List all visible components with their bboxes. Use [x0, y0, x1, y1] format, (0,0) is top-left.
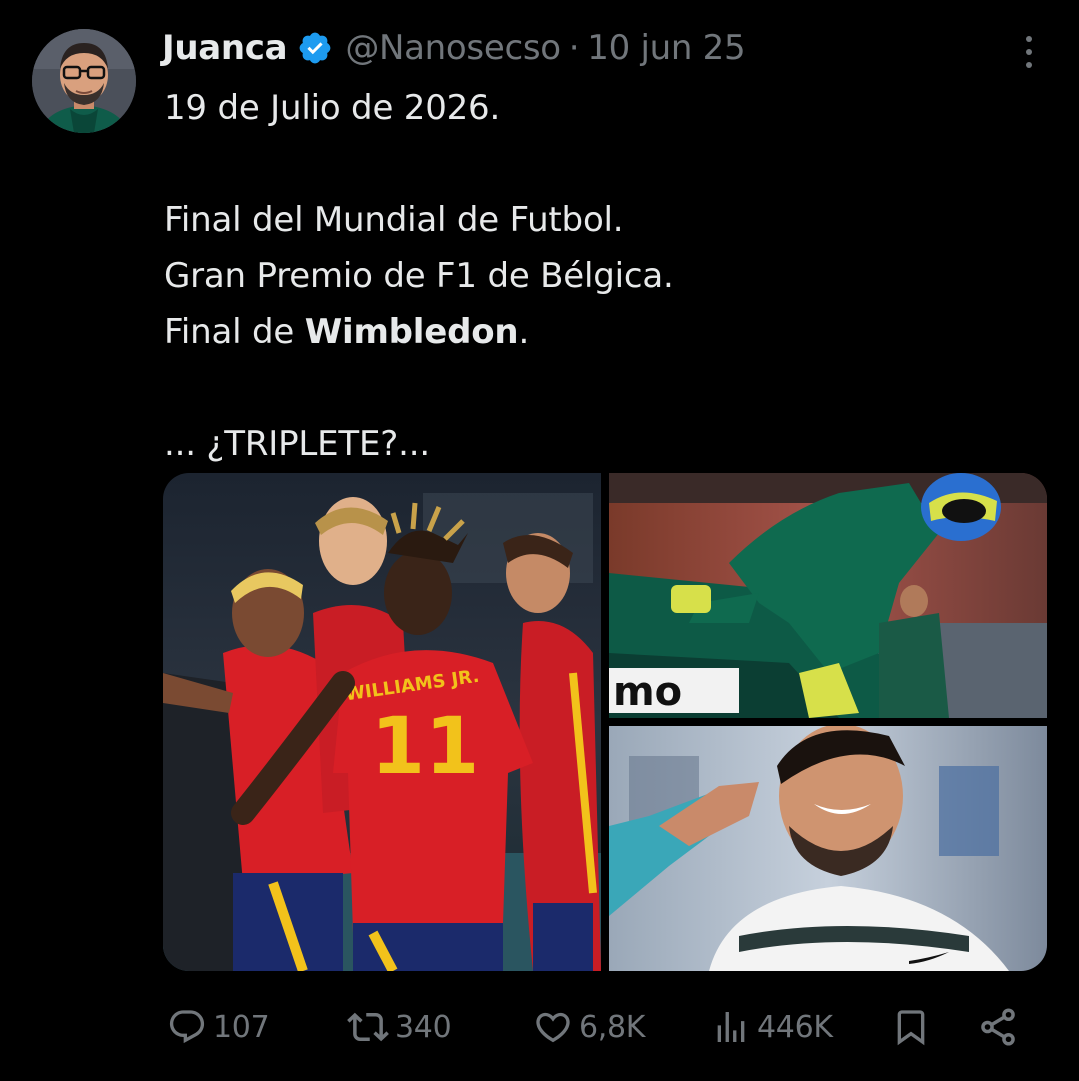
- tweet-line: 19 de Julio de 2026.: [164, 88, 501, 128]
- retweet-count: 340: [395, 1009, 452, 1045]
- reply-count: 107: [213, 1009, 270, 1045]
- bookmark-button[interactable]: [891, 998, 937, 1056]
- like-button[interactable]: 6,8K: [533, 998, 645, 1056]
- verified-badge-icon: [299, 32, 331, 64]
- retweet-icon: [347, 1012, 389, 1042]
- tweet-line-text: .: [518, 312, 530, 352]
- tweet-date[interactable]: 10 jun 25: [587, 28, 745, 68]
- image-spain-football[interactable]: WILLIAMS JR. 11: [163, 473, 601, 971]
- tweet-header: Juanca @Nanosecso · 10 jun 25: [162, 24, 746, 72]
- reply-button[interactable]: 107: [167, 998, 270, 1056]
- more-dots-icon[interactable]: [1017, 32, 1041, 72]
- views-button[interactable]: 446K: [711, 998, 833, 1056]
- avatar-image: [32, 29, 136, 133]
- like-count: 6,8K: [579, 1009, 646, 1045]
- media-grid: WILLIAMS JR. 11 mo: [163, 473, 1047, 971]
- action-bar: 107 340 6,8K 446K: [163, 998, 1029, 1056]
- views-count: 446K: [757, 1009, 833, 1045]
- tweet-line-bold: Wimbledon: [304, 312, 519, 352]
- user-handle[interactable]: @Nanosecso: [345, 28, 561, 68]
- bookmark-icon: [897, 1010, 925, 1046]
- image-f1-driver[interactable]: mo: [609, 473, 1047, 718]
- heart-icon: [536, 1012, 570, 1043]
- share-button[interactable]: [977, 998, 1025, 1056]
- retweet-button[interactable]: 340: [347, 998, 452, 1056]
- image-tennis-player[interactable]: [609, 726, 1047, 971]
- tweet[interactable]: Juanca @Nanosecso · 10 jun 25 19 de Juli…: [0, 0, 1079, 1081]
- separator-dot: ·: [568, 28, 580, 68]
- views-bar-icon: [717, 1012, 745, 1042]
- tweet-text: 19 de Julio de 2026. Final del Mundial d…: [164, 80, 1044, 472]
- avatar[interactable]: [32, 29, 136, 133]
- tweet-line-text: Final de: [164, 312, 305, 352]
- tweet-line: ... ¿TRIPLETE?...: [164, 424, 430, 464]
- tweet-line: Final de Wimbledon.: [164, 304, 1044, 360]
- reply-icon: [169, 1010, 205, 1044]
- tweet-line: Gran Premio de F1 de Bélgica.: [164, 256, 674, 296]
- display-name[interactable]: Juanca: [162, 28, 288, 68]
- jersey-number: 11: [371, 702, 480, 792]
- share-icon: [981, 1008, 1015, 1046]
- tweet-line: Final del Mundial de Futbol.: [164, 200, 624, 240]
- car-sponsor-text: mo: [613, 669, 682, 715]
